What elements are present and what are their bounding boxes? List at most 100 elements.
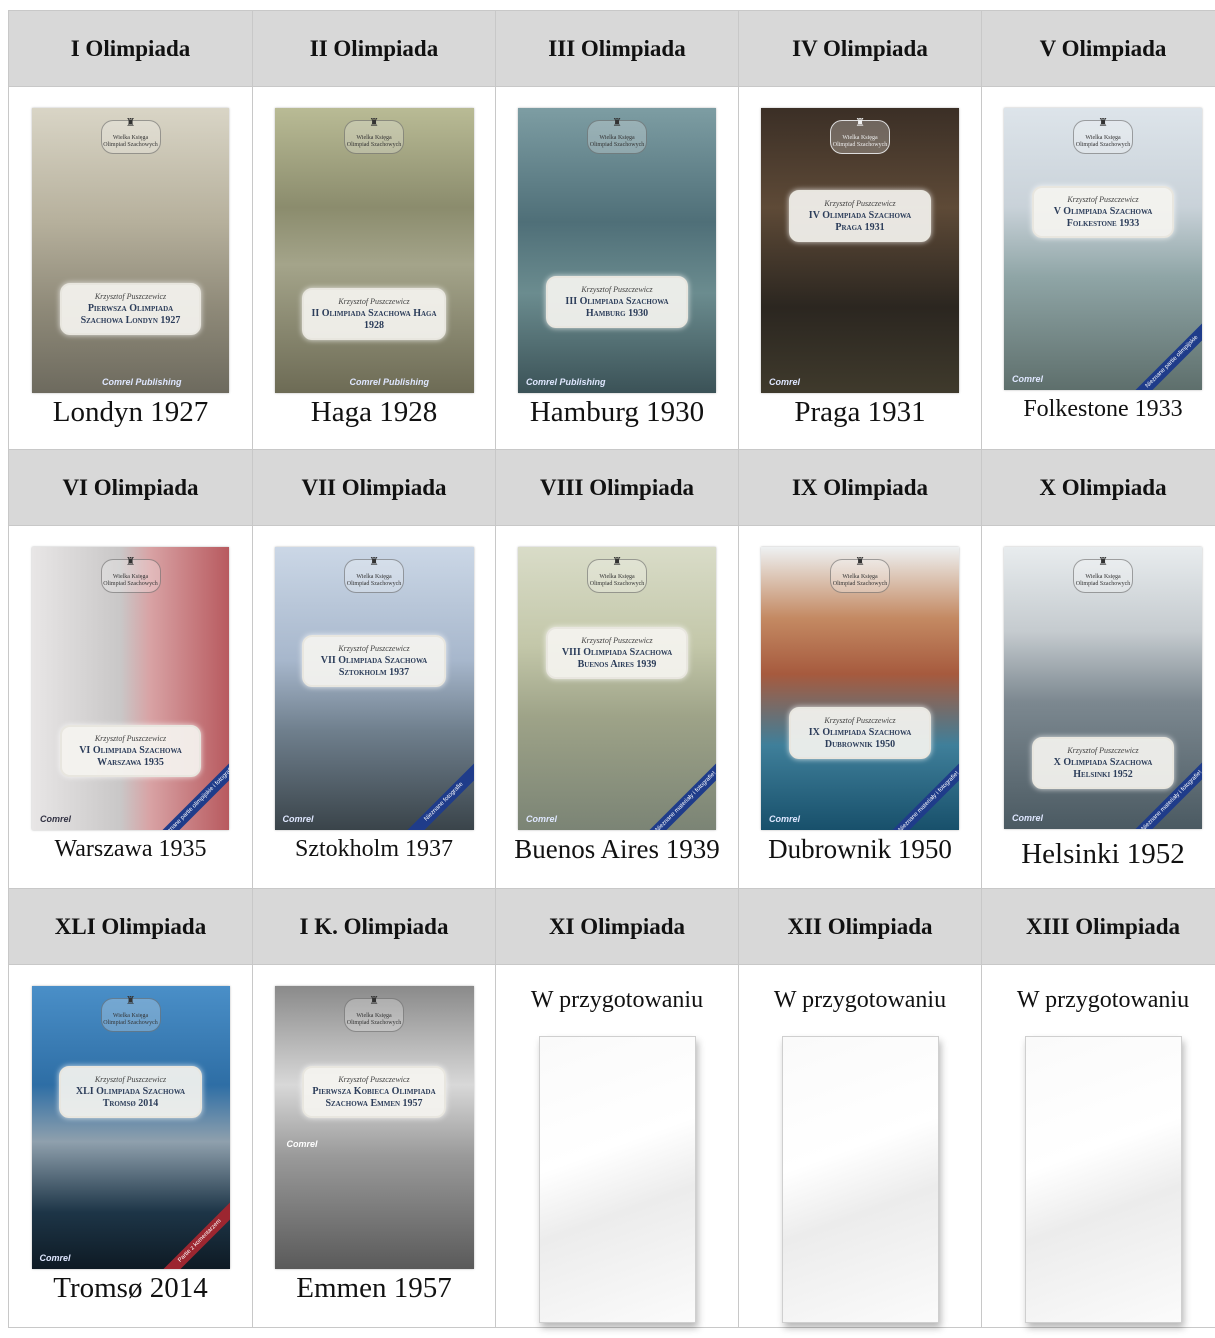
emblem-icon: Wielka Księga Olimpiad Szachowych <box>344 559 404 593</box>
column-header: VI Olimpiada <box>8 449 253 526</box>
cover-caption: Folkestone 1933 <box>1023 396 1183 422</box>
pending-cell: W przygotowaniu <box>981 964 1215 1328</box>
cover-cell: Wielka Księga Olimpiad Szachowych Krzysz… <box>8 964 253 1328</box>
cover-label: Krzysztof Puszczewicz III Olimpiada Szac… <box>545 276 689 328</box>
cover-row: Wielka Księga Olimpiad Szachowych Krzysz… <box>8 964 1215 1328</box>
publisher-logo: Comrel <box>1012 374 1044 384</box>
pending-cell: W przygotowaniu <box>738 964 982 1328</box>
book-cover-image[interactable]: Wielka Księga Olimpiad Szachowych Krzysz… <box>274 986 474 1269</box>
header-row: VI Olimpiada VII Olimpiada VIII Olimpiad… <box>8 449 1215 526</box>
cover-row: Wielka Księga Olimpiad Szachowych Krzysz… <box>8 525 1215 889</box>
cover-cell: Wielka Księga Olimpiad Szachowych Krzysz… <box>252 86 496 450</box>
book-cover-image[interactable]: Wielka Księga Olimpiad Szachowych Krzysz… <box>1004 547 1202 829</box>
cover-caption: Haga 1928 <box>310 396 438 428</box>
column-header: VII Olimpiada <box>252 449 496 526</box>
book-cover-image[interactable]: Wielka Księga Olimpiad Szachowych Krzysz… <box>761 108 959 393</box>
pending-cell: W przygotowaniu <box>495 964 739 1328</box>
cover-caption: Helsinki 1952 <box>1021 838 1185 870</box>
cover-ribbon: Nieznane materiały i fotografie! <box>882 755 959 830</box>
column-header: XIII Olimpiada <box>981 888 1215 965</box>
cover-caption: Dubrownik 1950 <box>768 834 952 864</box>
publisher-logo: Comrel Publishing <box>349 377 430 387</box>
cover-label: Krzysztof Puszczewicz Pierwsza Olimpiada… <box>59 283 202 335</box>
cover-ribbon: Nieznane partie olimpijskie <box>1125 315 1202 390</box>
cover-row: Wielka Księga Olimpiad Szachowych Krzysz… <box>8 86 1215 450</box>
cover-cell: Wielka Księga Olimpiad Szachowych Krzysz… <box>495 525 739 889</box>
cover-label: Krzysztof Puszczewicz IX Olimpiada Szach… <box>788 707 932 759</box>
book-cover-image[interactable]: Wielka Księga Olimpiad Szachowych Krzysz… <box>32 108 229 393</box>
cover-cell: Wielka Księga Olimpiad Szachowych Krzysz… <box>738 525 982 889</box>
emblem-icon: Wielka Księga Olimpiad Szachowych <box>344 120 404 154</box>
publisher-logo: Comrel <box>39 1253 71 1263</box>
cover-caption: Hamburg 1930 <box>529 396 705 428</box>
cover-caption: Emmen 1957 <box>296 1272 452 1304</box>
cover-label: Krzysztof Puszczewicz VI Olimpiada Szach… <box>59 725 202 777</box>
emblem-icon: Wielka Księga Olimpiad Szachowych <box>100 559 161 593</box>
cover-cell: Wielka Księga Olimpiad Szachowych Krzysz… <box>8 86 253 450</box>
cover-label: Krzysztof Puszczewicz X Olimpiada Szacho… <box>1031 737 1175 789</box>
emblem-icon: Wielka Księga Olimpiad Szachowych <box>344 998 404 1032</box>
olympiad-table: I Olimpiada II Olimpiada III Olimpiada I… <box>8 10 1215 1328</box>
column-header: X Olimpiada <box>981 449 1215 526</box>
book-cover-image[interactable]: Wielka Księga Olimpiad Szachowych Krzysz… <box>274 547 474 830</box>
cover-ribbon: Nieznane materiały i fotografie! <box>639 755 716 830</box>
emblem-icon: Wielka Księga Olimpiad Szachowych <box>830 120 890 154</box>
book-cover-image[interactable]: Wielka Księga Olimpiad Szachowych Krzysz… <box>31 986 230 1269</box>
column-header: XLI Olimpiada <box>8 888 253 965</box>
book-cover-image[interactable]: Wielka Księga Olimpiad Szachowych Krzysz… <box>761 547 959 830</box>
book-cover-image[interactable]: Wielka Księga Olimpiad Szachowych Krzysz… <box>518 547 716 830</box>
placeholder-cover <box>1024 1036 1182 1323</box>
publisher-logo: Comrel <box>769 814 801 824</box>
emblem-icon: Wielka Księga Olimpiad Szachowych <box>587 120 647 154</box>
cover-cell: Wielka Księga Olimpiad Szachowych Krzysz… <box>738 86 982 450</box>
cover-caption: Buenos Aires 1939 <box>514 834 720 864</box>
column-header: VIII Olimpiada <box>495 449 739 526</box>
cover-cell: Wielka Księga Olimpiad Szachowych Krzysz… <box>8 525 253 889</box>
emblem-icon: Wielka Księga Olimpiad Szachowych <box>1073 120 1133 154</box>
header-row: XLI Olimpiada I K. Olimpiada XI Olimpiad… <box>8 888 1215 965</box>
cover-label: Krzysztof Puszczewicz VIII Olimpiada Sza… <box>545 627 689 679</box>
cover-caption: Sztokholm 1937 <box>294 836 453 862</box>
cover-caption: Praga 1931 <box>794 396 926 428</box>
cover-cell: Wielka Księga Olimpiad Szachowych Krzysz… <box>981 525 1215 889</box>
publisher-logo: Comrel <box>40 814 72 824</box>
publisher-logo: Comrel Publishing <box>102 377 182 387</box>
cover-caption: Tromsø 2014 <box>53 1272 208 1304</box>
cover-label: Krzysztof Puszczewicz V Olimpiada Szacho… <box>1031 186 1175 238</box>
publisher-logo: Comrel <box>526 814 558 824</box>
publisher-logo: Comrel Publishing <box>526 377 606 387</box>
book-cover-image[interactable]: Wielka Księga Olimpiad Szachowych Krzysz… <box>32 547 229 830</box>
header-row: I Olimpiada II Olimpiada III Olimpiada I… <box>8 10 1215 87</box>
cover-label: Krzysztof Puszczewicz IV Olimpiada Szach… <box>788 190 932 242</box>
emblem-icon: Wielka Księga Olimpiad Szachowych <box>587 559 647 593</box>
cover-cell: Wielka Księga Olimpiad Szachowych Krzysz… <box>495 86 739 450</box>
book-cover-image[interactable]: Wielka Księga Olimpiad Szachowych Krzysz… <box>1004 108 1202 390</box>
cover-label: Krzysztof Puszczewicz VII Olimpiada Szac… <box>302 635 446 687</box>
cover-cell: Wielka Księga Olimpiad Szachowych Krzysz… <box>252 525 496 889</box>
book-cover-image[interactable]: Wielka Księga Olimpiad Szachowych Krzysz… <box>274 108 474 393</box>
cover-caption: Londyn 1927 <box>52 396 209 428</box>
cover-cell: Wielka Księga Olimpiad Szachowych Krzysz… <box>252 964 496 1328</box>
column-header: I K. Olimpiada <box>252 888 496 965</box>
placeholder-cover <box>781 1036 939 1323</box>
emblem-icon: Wielka Księga Olimpiad Szachowych <box>100 998 161 1032</box>
cover-cell: Wielka Księga Olimpiad Szachowych Krzysz… <box>981 86 1215 450</box>
cover-ribbon: Nieznane fotografie <box>396 755 474 830</box>
emblem-icon: Wielka Księga Olimpiad Szachowych <box>100 120 161 154</box>
publisher-logo: Comrel <box>769 377 801 387</box>
column-header: XII Olimpiada <box>738 888 982 965</box>
column-header: III Olimpiada <box>495 10 739 87</box>
book-cover-image[interactable]: Wielka Księga Olimpiad Szachowych Krzysz… <box>518 108 716 393</box>
pending-label: W przygotowaniu <box>530 987 704 1013</box>
publisher-logo: Comrel <box>1012 813 1044 823</box>
emblem-icon: Wielka Księga Olimpiad Szachowych <box>1073 559 1133 593</box>
cover-caption: Warszawa 1935 <box>54 836 207 862</box>
cover-label: Krzysztof Puszczewicz Pierwsza Kobieca O… <box>302 1066 446 1118</box>
column-header: XI Olimpiada <box>495 888 739 965</box>
pending-label: W przygotowaniu <box>1016 987 1190 1013</box>
cover-ribbon: Partie z komentarzem <box>152 1194 230 1269</box>
column-header: II Olimpiada <box>252 10 496 87</box>
column-header: IV Olimpiada <box>738 10 982 87</box>
placeholder-cover <box>538 1036 696 1323</box>
pending-label: W przygotowaniu <box>773 987 947 1013</box>
